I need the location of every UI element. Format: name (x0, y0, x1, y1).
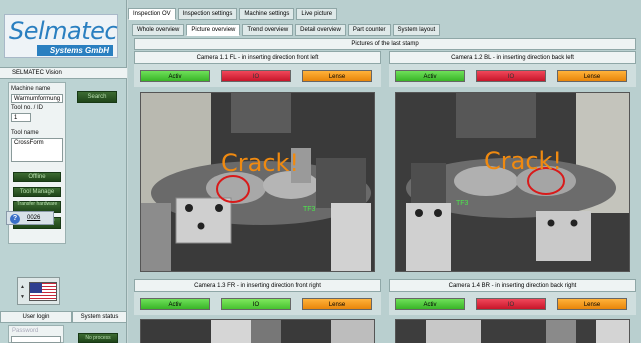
camera-image[interactable] (395, 319, 630, 343)
camera-title: Camera 1.4 BR - in inserting direction b… (389, 279, 636, 292)
help-code: 0026 (27, 215, 41, 221)
camera-title: Camera 1.3 FR - in inserting direction f… (134, 279, 381, 292)
tab-live-picture[interactable]: Live picture (296, 8, 338, 20)
io-button[interactable]: IO (221, 298, 291, 310)
svg-text:TF3: TF3 (456, 200, 469, 207)
camera-image[interactable]: TF3 Crack! (395, 92, 630, 272)
tab-inspection-settings[interactable]: Inspection settings (177, 8, 238, 20)
camera-panel-fr: Camera 1.3 FR - in inserting direction f… (134, 279, 381, 343)
machine-name-label: Machine name (11, 86, 51, 92)
camera-image-scene: TF3 (396, 93, 629, 271)
tab-part-counter[interactable]: Part counter (347, 24, 391, 36)
pictures-title: Pictures of the last stamp (134, 38, 636, 50)
arrow-down-icon[interactable]: ▼ (20, 294, 25, 300)
machine-name-field[interactable]: Warmumformung (11, 94, 63, 103)
system-status-button[interactable]: No process (78, 333, 118, 343)
activ-button[interactable]: Activ (140, 298, 210, 310)
lense-button[interactable]: Lense (557, 298, 627, 310)
tab-inspection-ov[interactable]: Inspection OV (128, 8, 176, 20)
svg-text:TF3: TF3 (303, 206, 316, 213)
lense-button[interactable]: Lense (557, 70, 627, 82)
tool-no-field[interactable]: 1 (11, 113, 31, 122)
tool-name-label: Tool name (11, 130, 39, 136)
tab-detail-overview[interactable]: Detail overview (295, 24, 346, 36)
lense-button[interactable]: Lense (302, 70, 372, 82)
camera-image[interactable] (140, 319, 375, 343)
activ-button[interactable]: Activ (395, 70, 465, 82)
tab-whole-overview[interactable]: Whole overview (132, 24, 185, 36)
arrow-up-icon[interactable]: ▲ (20, 284, 25, 290)
io-button[interactable]: IO (476, 298, 546, 310)
primary-tabs: Inspection OV Inspection settings Machin… (128, 8, 339, 20)
help-button[interactable]: ? 0026 (6, 211, 54, 225)
io-button[interactable]: IO (221, 70, 291, 82)
language-selector[interactable]: ▲ ▼ (17, 277, 60, 305)
tab-trend-overview[interactable]: Trend overview (242, 24, 294, 36)
tool-manage-button[interactable]: Tool Manage (13, 187, 61, 197)
camera-image-scene: TF3 (141, 93, 374, 271)
password-label: Password (12, 328, 39, 334)
activ-button[interactable]: Activ (140, 70, 210, 82)
camera-status-row: Activ IO Lense (134, 64, 381, 87)
io-button[interactable]: IO (476, 70, 546, 82)
camera-status-row: Activ IO Lense (389, 64, 636, 87)
vision-title: SELMATEC Vision (0, 67, 127, 79)
camera-title: Camera 1.2 BL - in inserting direction b… (389, 51, 636, 64)
camera-title: Camera 1.1 FL - in inserting direction f… (134, 51, 381, 64)
tab-machine-settings[interactable]: Machine settings (239, 8, 295, 20)
tool-no-label: Tool no. / ID (11, 105, 44, 111)
password-input[interactable] (11, 336, 61, 343)
password-panel: Password (8, 325, 64, 343)
crack-annotation: Crack! (484, 147, 563, 175)
tab-picture-overview[interactable]: Picture overview (186, 24, 241, 36)
offline-button[interactable]: Offline (13, 172, 61, 182)
camera-image[interactable]: TF3 Crack! (140, 92, 375, 272)
camera-status-row: Activ IO Lense (389, 292, 636, 315)
logo-brand: Selmatec (9, 17, 118, 45)
logo-subtitle: Systems GmbH (37, 45, 113, 56)
secondary-tabs: Whole overview Picture overview Trend ov… (132, 24, 442, 36)
system-status-label: System status (72, 311, 127, 323)
activ-button[interactable]: Activ (395, 298, 465, 310)
camera-panel-bl: Camera 1.2 BL - in inserting direction b… (389, 51, 636, 279)
camera-status-row: Activ IO Lense (134, 292, 381, 315)
crack-annotation: Crack! (221, 149, 300, 177)
us-flag-icon (29, 282, 57, 301)
tab-system-layout[interactable]: System layout (392, 24, 441, 36)
camera-panel-fl: Camera 1.1 FL - in inserting direction f… (134, 51, 381, 279)
sidebar: Selmatec Systems GmbH SELMATEC Vision Ma… (0, 0, 127, 343)
user-login-label: User login (0, 311, 72, 323)
tool-name-field[interactable]: CrossForm (11, 138, 63, 162)
company-logo: Selmatec Systems GmbH (4, 14, 118, 58)
main-area: Inspection OV Inspection settings Machin… (128, 0, 641, 343)
camera-image-scene (141, 320, 374, 343)
question-icon: ? (10, 214, 20, 224)
search-button[interactable]: Search (77, 91, 117, 103)
camera-image-scene (396, 320, 629, 343)
camera-panel-br: Camera 1.4 BR - in inserting direction b… (389, 279, 636, 343)
login-bar: User login System status (0, 311, 127, 323)
lense-button[interactable]: Lense (302, 298, 372, 310)
